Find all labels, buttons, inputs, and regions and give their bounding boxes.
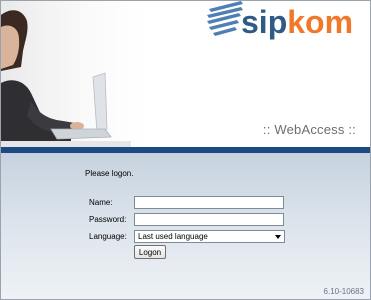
- language-select[interactable]: Last used language: [134, 230, 285, 243]
- dropdown-arrow-icon[interactable]: [275, 235, 281, 239]
- header-banner: sipkom :: WebAccess ::: [1, 1, 370, 147]
- name-label: Name:: [89, 198, 113, 207]
- password-input[interactable]: [134, 213, 284, 226]
- logo-text-sip: sip: [241, 4, 288, 40]
- login-panel: Please logon. Name: Password: Language: …: [1, 153, 370, 299]
- sipkom-logo: sipkom: [241, 4, 353, 40]
- language-selected-value: Last used language: [138, 232, 208, 241]
- version-label: 6.10-10683: [323, 287, 364, 296]
- logon-button[interactable]: Logon: [134, 245, 166, 259]
- password-label: Password:: [89, 215, 127, 224]
- language-label: Language:: [89, 232, 127, 241]
- logon-prompt: Please logon.: [85, 169, 134, 178]
- login-window: sipkom :: WebAccess :: Please logon. Nam…: [0, 0, 371, 300]
- header-photo: [1, 1, 131, 147]
- logo-text-kom: kom: [287, 4, 354, 40]
- name-input[interactable]: [134, 196, 284, 209]
- webaccess-title: :: WebAccess ::: [262, 122, 356, 137]
